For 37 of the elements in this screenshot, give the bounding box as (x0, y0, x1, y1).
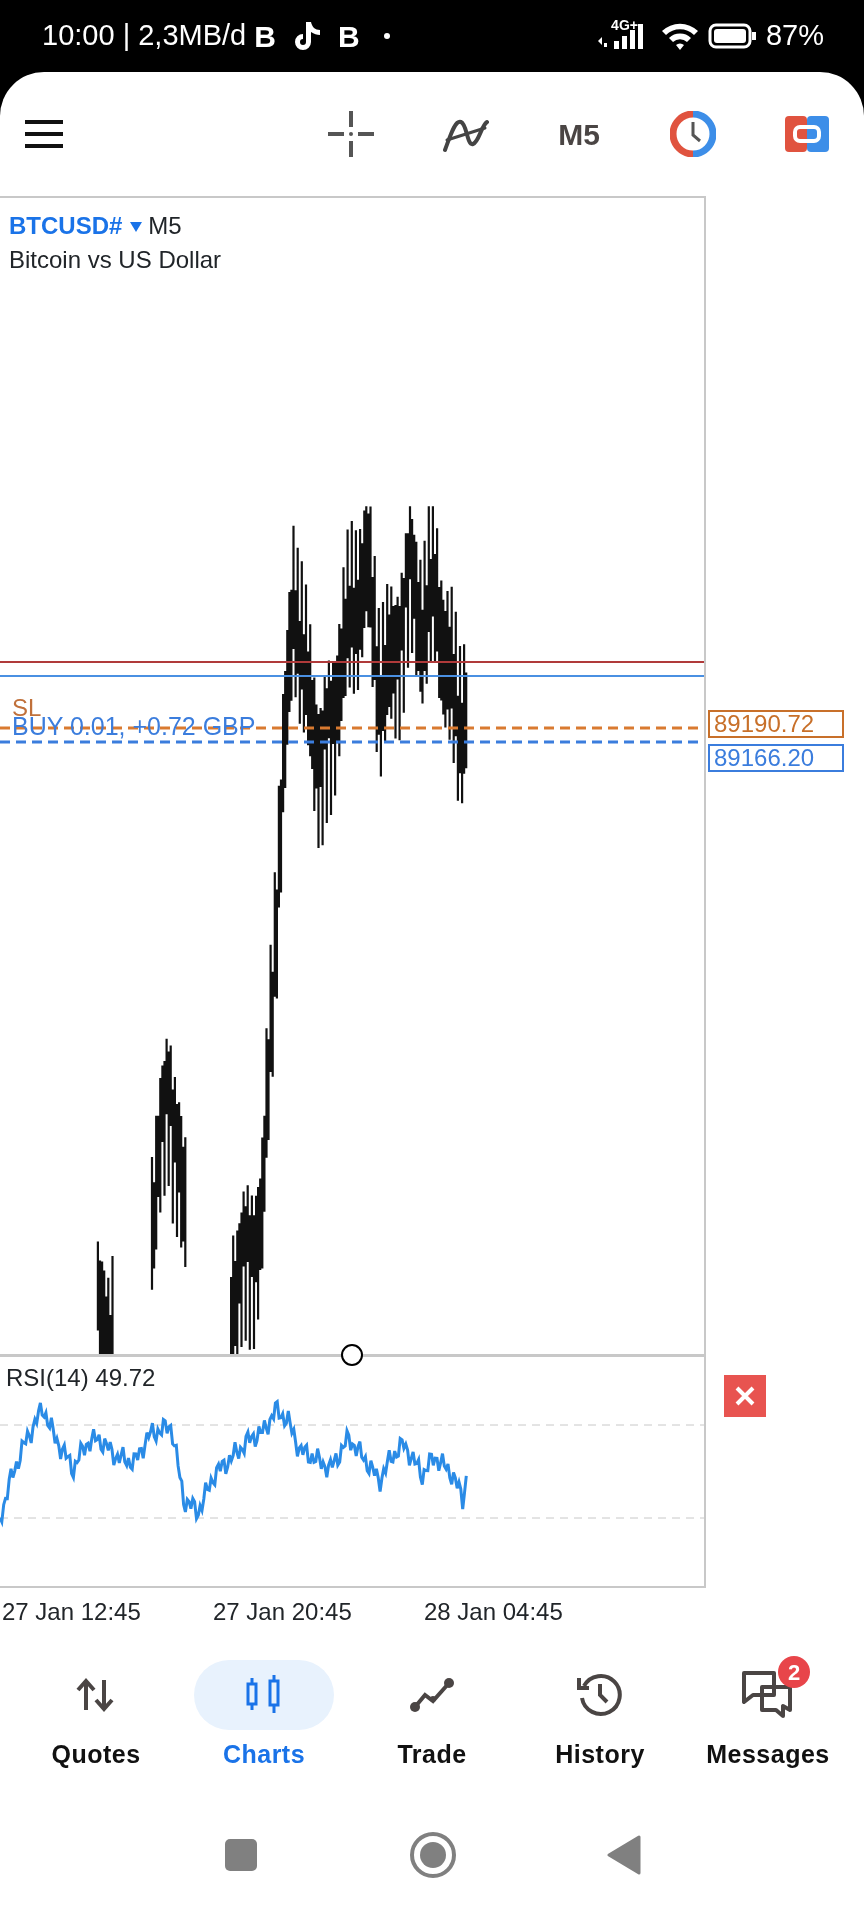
app-letter: B (337, 18, 360, 55)
app-letter: B (254, 18, 276, 55)
notification-dot-icon (383, 33, 390, 39)
nav-tab[interactable]: Trade (348, 1660, 516, 1795)
nav-tab[interactable]: Quotes (12, 1660, 180, 1795)
time-label: 28 Jan 04:45 (424, 1597, 563, 1627)
history-icon (577, 1672, 623, 1718)
timeframe-button[interactable]: M5 (522, 111, 636, 157)
dropdown-caret-icon[interactable] (130, 221, 143, 232)
clock-icon[interactable] (670, 111, 716, 157)
network-type: 4G+ (611, 15, 638, 35)
time-label: 27 Jan 20:45 (213, 1597, 352, 1627)
resize-handle[interactable] (341, 1344, 363, 1366)
price-tag: 89166.20 (708, 744, 844, 772)
line-chart-icon (409, 1677, 455, 1713)
nav-tab[interactable]: Charts (180, 1660, 348, 1795)
status-text: 10:00 | 2,3MB/d (42, 18, 247, 54)
trade-panel-icon[interactable] (784, 115, 830, 153)
back-icon[interactable] (607, 1835, 641, 1875)
indicator-label: RSI(14) 49.72 (6, 1364, 156, 1393)
close-button[interactable] (724, 1375, 766, 1417)
crosshair-icon[interactable] (328, 111, 374, 157)
battery-icon (707, 22, 758, 50)
close-icon (735, 1386, 755, 1406)
symbol-description: Bitcoin vs US Dollar (9, 246, 222, 275)
menu-icon[interactable] (24, 119, 64, 149)
battery-percent: 87% (765, 18, 824, 54)
symbol-link[interactable]: BTCUSD# (9, 212, 123, 239)
timeframe-label: M5 (148, 212, 182, 239)
nav-tab[interactable]: History (516, 1660, 684, 1795)
unread-badge: 2 (778, 1656, 810, 1688)
home-icon[interactable] (409, 1831, 457, 1879)
recent-apps-icon[interactable] (223, 1837, 259, 1873)
up-down-arrows-icon (76, 1678, 116, 1712)
price-tag: 89190.72 (708, 710, 844, 738)
time-label: 27 Jan 12:45 (2, 1597, 141, 1627)
candlestick-icon (245, 1675, 283, 1715)
